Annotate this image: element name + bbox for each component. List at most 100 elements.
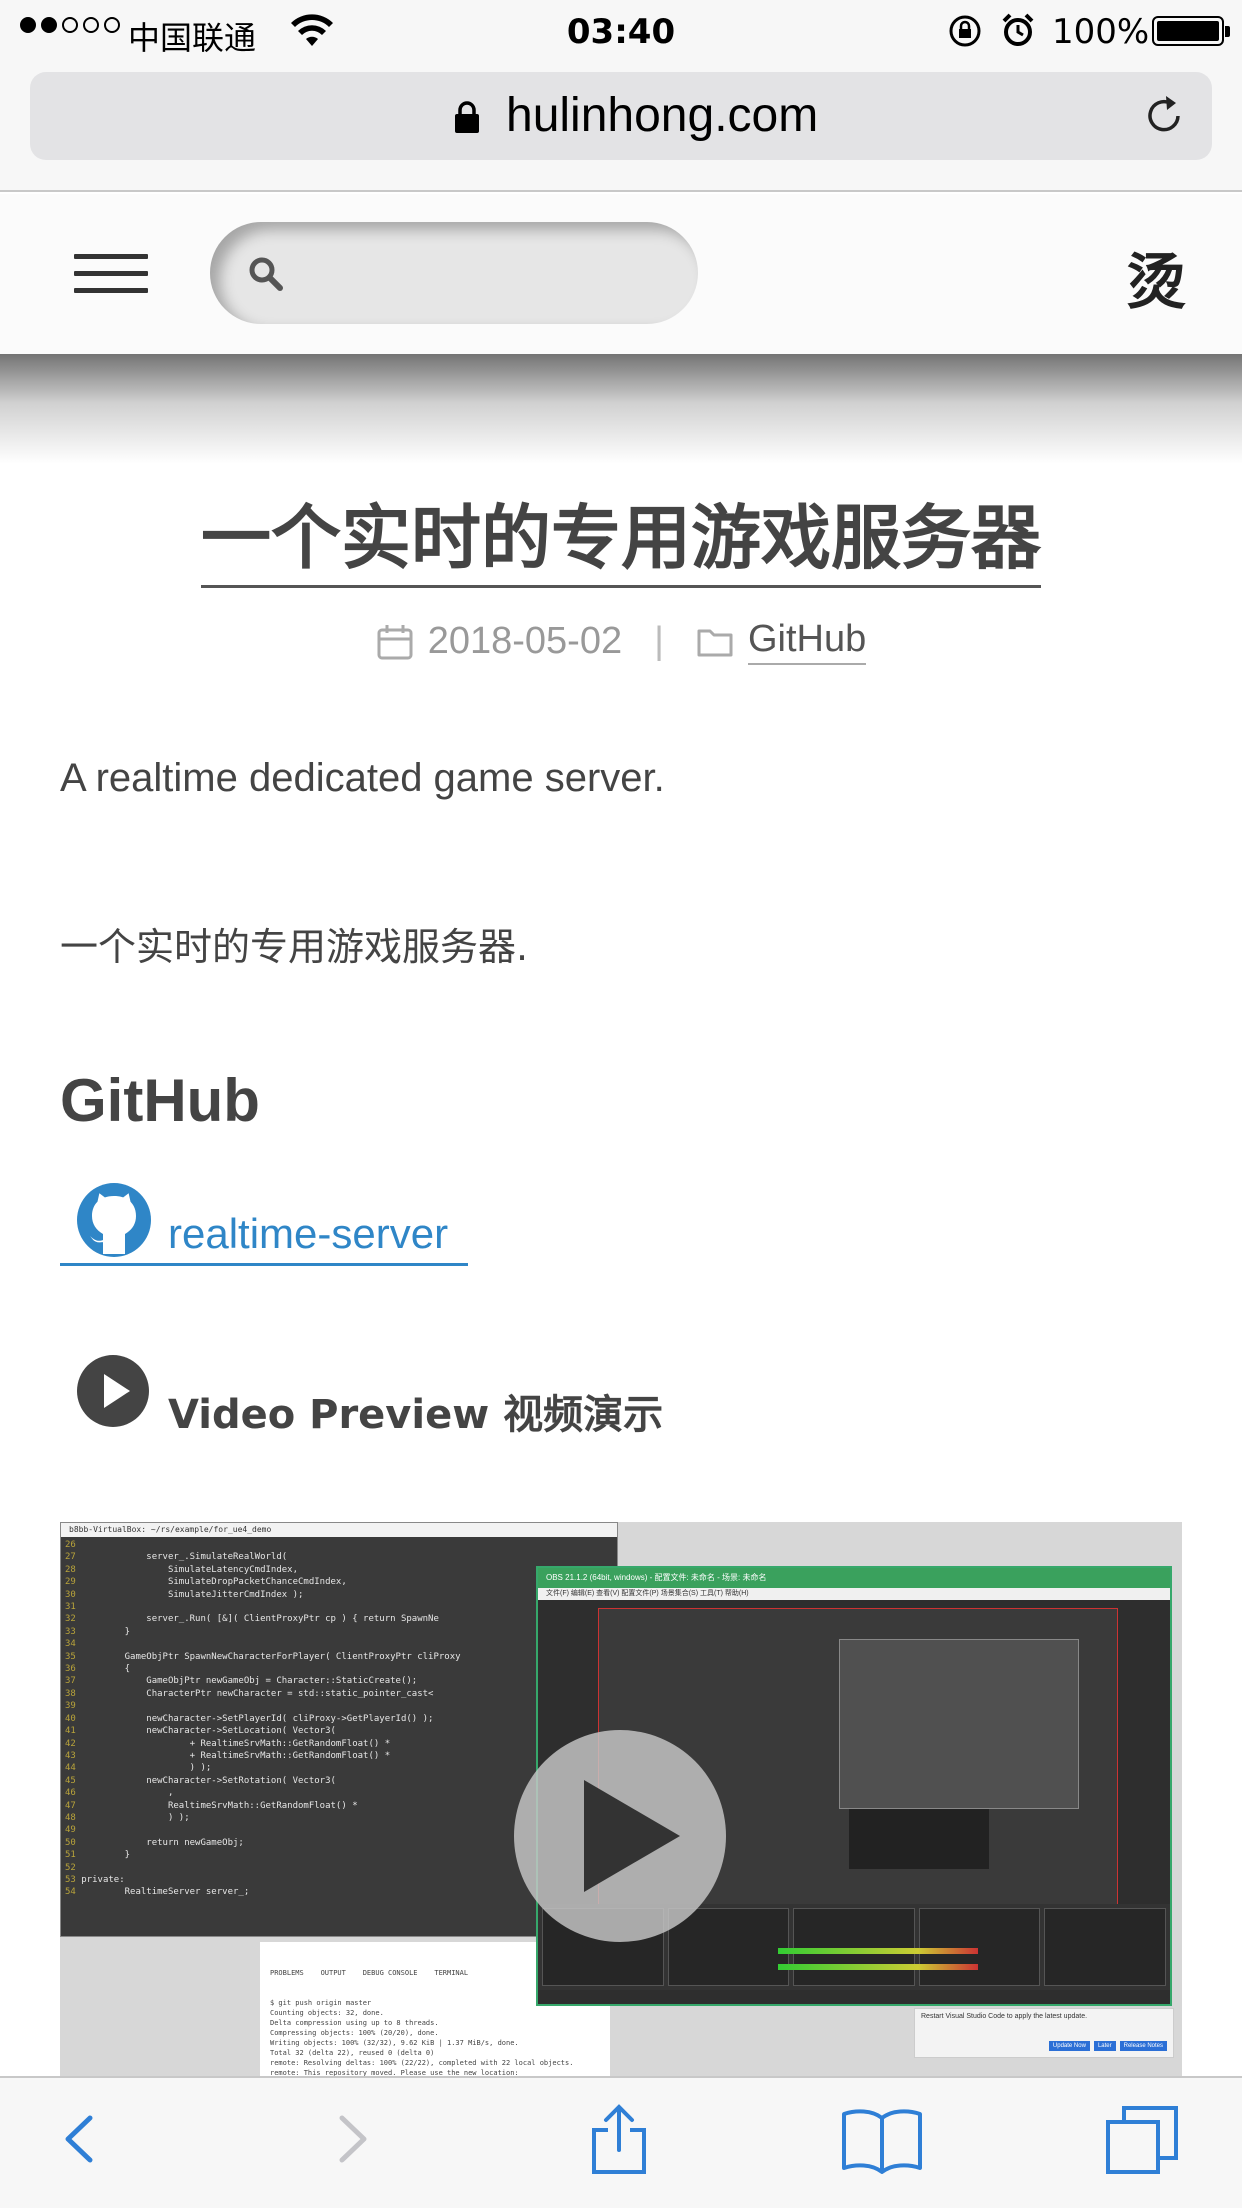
header-shadow — [0, 354, 1242, 464]
play-icon — [584, 1780, 680, 1892]
update-now-button: Update Now — [1048, 2041, 1090, 2051]
code-line: 35 GameObjPtr SpawnNewCharacterForPlayer… — [65, 1651, 613, 1663]
status-bar: 中国联通 03:40 100% — [0, 0, 1242, 62]
line-text: { — [81, 1664, 131, 1675]
reload-icon[interactable] — [1140, 92, 1188, 140]
line-number: 27 — [65, 1552, 82, 1563]
section-heading: GitHub — [60, 1067, 260, 1134]
line-number: 49 — [65, 1825, 82, 1836]
code-line: 38 CharacterPtr newCharacter = std::stat… — [65, 1688, 613, 1700]
code-line: 37 GameObjPtr newGameObj = Character::St… — [65, 1675, 613, 1687]
browser-toolbar — [0, 2076, 1242, 2208]
video-thumbnail[interactable]: b8bb-VirtualBox: ~/rs/example/for_ue4_de… — [60, 1522, 1182, 2078]
update-notification-text: Restart Visual Studio Code to apply the … — [921, 2013, 1088, 2020]
line-number: 28 — [65, 1564, 82, 1575]
video-play-button[interactable] — [514, 1730, 726, 1942]
line-text: + RealtimeSrvMath::GetRandomFloat() * — [81, 1738, 391, 1749]
post-paragraph-zh: 一个实时的专用游戏服务器. — [60, 925, 529, 969]
update-notification: Restart Visual Studio Code to apply the … — [914, 2008, 1174, 2058]
line-text: RealtimeServer server_; — [81, 1887, 250, 1898]
line-number: 51 — [65, 1850, 82, 1861]
post-paragraph-en: A realtime dedicated game server. — [60, 756, 665, 800]
line-number: 42 — [65, 1738, 82, 1749]
lock-icon — [455, 101, 479, 133]
obs-menu: 文件(F) 编辑(E) 查看(V) 配置文件(P) 场景集合(S) 工具(T) … — [538, 1588, 1170, 1600]
browser-address-area: hulinhong.com — [0, 62, 1242, 192]
obs-nested-preview — [839, 1639, 1079, 1809]
line-text: GameObjPtr SpawnNewCharacterForPlayer( C… — [81, 1651, 461, 1662]
address-bar[interactable]: hulinhong.com — [30, 72, 1212, 160]
code-line: 31 — [65, 1601, 613, 1613]
line-number: 40 — [65, 1713, 82, 1724]
vscode-output-line: Delta compression using up to 8 threads. — [270, 2019, 439, 2027]
line-text: } — [81, 1850, 131, 1861]
line-text: CharacterPtr newCharacter = std::static_… — [81, 1688, 434, 1699]
code-line: 27 server_.SimulateRealWorld( — [65, 1551, 613, 1563]
folder-icon — [697, 629, 733, 656]
github-repo-link[interactable]: realtime-server — [60, 1180, 468, 1266]
post-meta: 2018-05-02 | GitHub — [0, 618, 1242, 665]
code-line: 28 SimulateLatencyCmdIndex, — [65, 1564, 613, 1576]
line-number: 47 — [65, 1800, 82, 1811]
code-line: 42 + RealtimeSrvMath::GetRandomFloat() * — [65, 1738, 613, 1750]
code-line: 33 } — [65, 1626, 613, 1638]
back-icon[interactable] — [58, 2104, 98, 2174]
hamburger-icon[interactable] — [74, 254, 148, 294]
tabs-icon[interactable] — [1104, 2104, 1180, 2174]
code-line: 32 server_.Run( [&]( ClientProxyPtr cp )… — [65, 1613, 613, 1625]
code-line: 29 SimulateDropPacketChanceCmdIndex, — [65, 1576, 613, 1588]
share-icon[interactable] — [584, 2104, 654, 2174]
post-title-text[interactable]: 一个实时的专用游戏服务器 — [201, 497, 1041, 588]
line-text: newCharacter->SetLocation( Vector3( — [81, 1726, 336, 1737]
url-text: hulinhong.com — [506, 89, 819, 142]
line-number: 48 — [65, 1812, 82, 1823]
obs-audio-meter — [778, 1948, 978, 1954]
calendar-icon — [377, 624, 413, 659]
post-date: 2018-05-02 — [427, 620, 623, 662]
line-text: SimulateJitterCmdIndex ); — [81, 1589, 304, 1600]
line-text: server_.Run( [&]( ClientProxyPtr cp ) { … — [81, 1614, 439, 1625]
line-number: 35 — [65, 1651, 82, 1662]
obs-audio-meter — [778, 1964, 978, 1970]
line-text: , — [81, 1788, 174, 1799]
code-line: 26 — [65, 1539, 613, 1551]
code-line: 40 newCharacter->SetPlayerId( cliProxy->… — [65, 1713, 613, 1725]
line-number: 34 — [65, 1639, 82, 1650]
line-text: ) ); — [81, 1763, 212, 1774]
search-icon — [249, 257, 283, 291]
search-input[interactable] — [210, 222, 698, 324]
vscode-output-line: Compressing objects: 100% (20/20), done. — [270, 2029, 439, 2037]
line-text: + RealtimeSrvMath::GetRandomFloat() * — [81, 1750, 391, 1761]
rotation-lock-icon — [949, 15, 981, 47]
line-number: 50 — [65, 1837, 82, 1848]
site-logo[interactable]: 烫 — [1126, 234, 1186, 321]
obs-title: OBS 21.1.2 (64bit, windows) - 配置文件: 未命名 … — [538, 1568, 1170, 1588]
line-number: 52 — [65, 1862, 82, 1873]
code-line: 30 SimulateJitterCmdIndex ); — [65, 1589, 613, 1601]
line-text: GameObjPtr newGameObj = Character::Stati… — [81, 1676, 418, 1687]
line-text: newCharacter->SetPlayerId( cliProxy->Get… — [81, 1713, 434, 1724]
line-number: 30 — [65, 1589, 82, 1600]
line-number: 37 — [65, 1676, 82, 1687]
book-icon[interactable] — [840, 2104, 924, 2174]
line-number: 45 — [65, 1775, 82, 1786]
code-line: 44 ) ); — [65, 1762, 613, 1774]
line-text: ) ); — [81, 1812, 190, 1823]
line-text: RealtimeSrvMath::GetRandomFloat() * — [81, 1800, 358, 1811]
forward-icon[interactable] — [334, 2104, 374, 2174]
video-preview-label: Video Preview 视频演示 — [168, 1392, 664, 1438]
line-number: 31 — [65, 1602, 82, 1613]
line-number: 39 — [65, 1701, 82, 1712]
post-title[interactable]: 一个实时的专用游戏服务器 — [0, 482, 1242, 588]
github-repo-name: realtime-server — [168, 1210, 449, 1257]
site-header: 烫 — [0, 194, 1242, 354]
post-category-link[interactable]: GitHub — [747, 618, 867, 665]
line-number: 26 — [65, 1540, 82, 1550]
line-number: 43 — [65, 1750, 82, 1761]
line-number: 54 — [65, 1887, 82, 1898]
line-number: 41 — [65, 1726, 82, 1737]
release-notes-button: Release Notes — [1119, 2041, 1167, 2051]
play-icon — [77, 1355, 149, 1427]
line-text: } — [81, 1626, 131, 1637]
line-number: 46 — [65, 1788, 82, 1799]
